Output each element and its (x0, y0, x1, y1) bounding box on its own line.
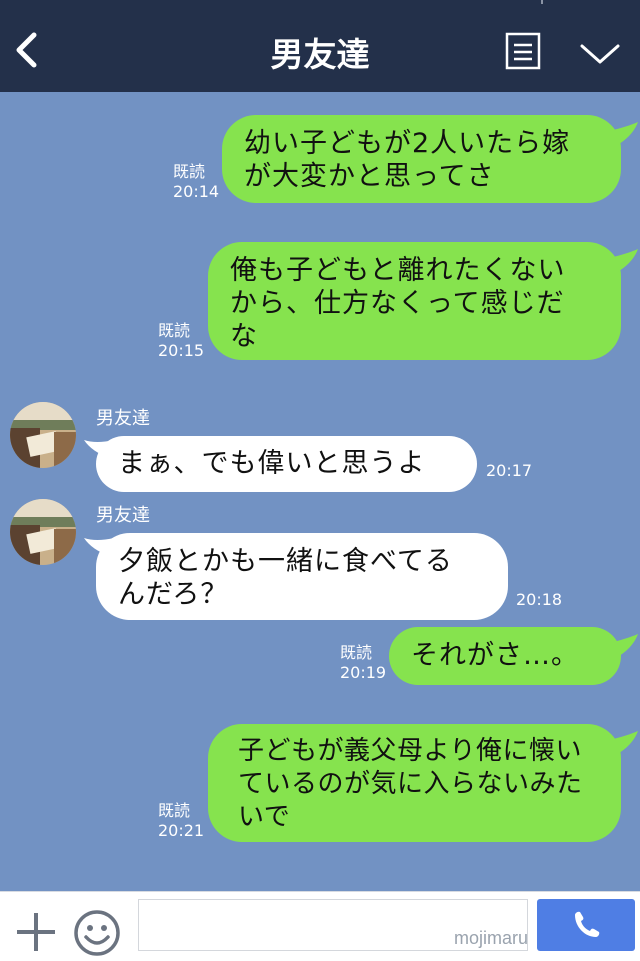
read-receipt: 既読 (158, 321, 191, 340)
note-list-icon[interactable] (505, 32, 541, 70)
outgoing-message-bubble[interactable]: 俺も子どもと離れたくない から、仕方なくって感じだ な (208, 242, 621, 360)
outgoing-message-bubble[interactable]: 幼い子どもが2人いたら嫁 が大変かと思ってさ (222, 115, 621, 203)
sender-name: 男友達 (96, 408, 150, 429)
watermark: mojimaru (453, 928, 528, 948)
outgoing-message-bubble[interactable]: 子どもが義父母より俺に懐い ているのが気に入らないみた いで (208, 724, 621, 842)
message-meta: 既読 20:19 (340, 643, 386, 683)
message-time: 20:14 (173, 182, 220, 201)
outgoing-message-bubble[interactable]: それがさ…。 (389, 627, 621, 685)
plus-icon[interactable] (14, 910, 58, 954)
message-meta: 既読 20:15 (158, 321, 204, 361)
message-time: 20:18 (516, 590, 563, 609)
message-time: 20:17 (486, 461, 533, 480)
message-time: 20:21 (158, 821, 205, 840)
status-mark (541, 0, 543, 4)
avatar-photo (10, 499, 76, 565)
chevron-down-icon[interactable] (579, 42, 621, 66)
message-meta: 既読 20:21 (158, 801, 204, 841)
bubble-tail (604, 249, 638, 275)
avatar-photo (10, 402, 76, 468)
read-receipt: 既読 (158, 801, 191, 820)
phone-icon (575, 911, 600, 937)
chat-header: 男友達 (0, 0, 640, 92)
message-time: 20:15 (158, 341, 205, 360)
avatar[interactable] (10, 402, 76, 468)
incoming-message-bubble[interactable]: まぁ、でも偉いと思うよ (96, 436, 477, 492)
sender-name: 男友達 (96, 505, 150, 526)
smiley-icon[interactable] (73, 909, 121, 957)
read-receipt: 既読 (173, 162, 206, 181)
message-time: 20:19 (340, 663, 387, 682)
bubble-tail (604, 731, 638, 757)
avatar[interactable] (10, 499, 76, 565)
message-meta: 既読 20:14 (173, 162, 219, 202)
input-bar: mojimaru (0, 891, 640, 961)
call-button[interactable] (537, 899, 635, 951)
read-receipt: 既読 (340, 643, 373, 662)
incoming-message-bubble[interactable]: 夕飯とかも一緒に食べてる んだろ？ (96, 533, 508, 620)
bubble-tail (604, 634, 638, 660)
bubble-tail (604, 122, 638, 148)
chat-title: 男友達 (270, 35, 370, 74)
